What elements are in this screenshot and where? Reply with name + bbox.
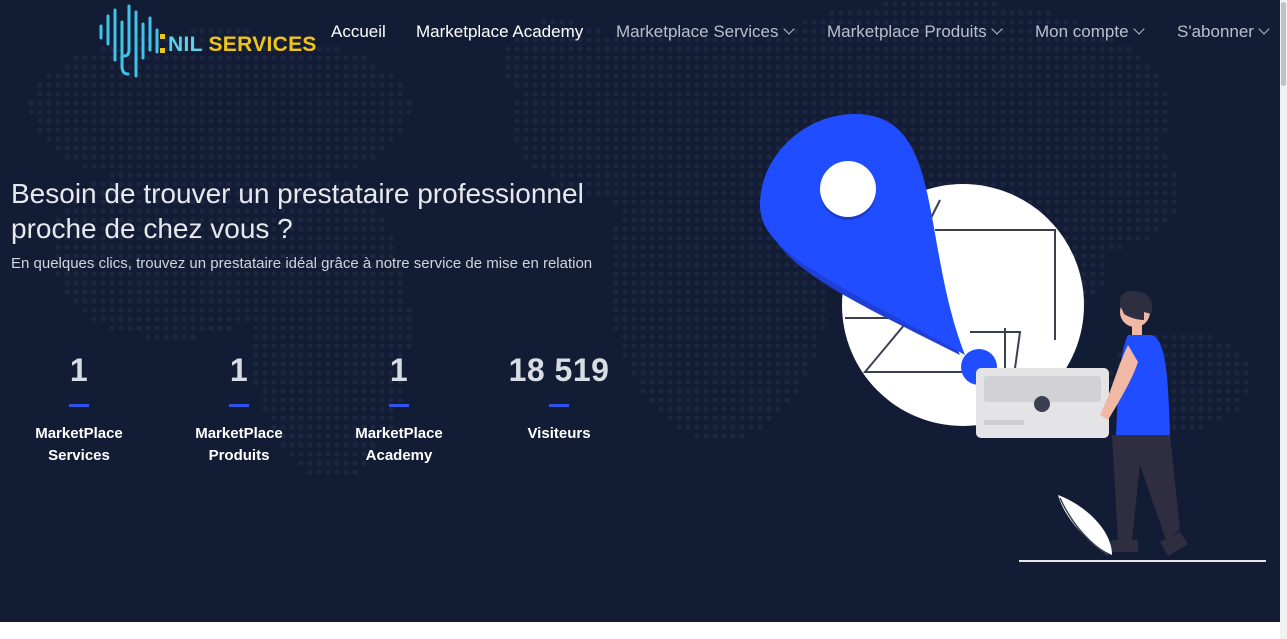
stat-label-line1: MarketPlace bbox=[35, 425, 123, 442]
stat-label: MarketPlace Produits bbox=[174, 423, 304, 467]
chevron-down-icon bbox=[1258, 23, 1270, 35]
stat-label: MarketPlace Academy bbox=[334, 423, 464, 467]
nav-item-accueil[interactable]: Accueil bbox=[331, 22, 386, 42]
stat-label: Visiteurs bbox=[494, 423, 624, 445]
stat-divider bbox=[229, 404, 249, 407]
chevron-down-icon bbox=[782, 23, 795, 35]
stat-label-line2: Academy bbox=[365, 447, 433, 464]
nav-item-marketplace-services-label: Marketplace Services bbox=[616, 22, 779, 41]
stat-label: MarketPlace Services bbox=[14, 423, 144, 467]
nav-item-marketplace-produits-label: Marketplace Produits bbox=[827, 22, 987, 41]
nav-item-marketplace-academy[interactable]: Marketplace Academy bbox=[416, 22, 583, 42]
stat-value: 18 519 bbox=[508, 352, 610, 388]
stat-label-line1: MarketPlace bbox=[195, 425, 283, 442]
scrollbar-thumb[interactable] bbox=[1281, 2, 1286, 86]
chevron-down-icon bbox=[1132, 23, 1145, 35]
stat-marketplace-produits: 1 MarketPlace Produits bbox=[174, 350, 304, 467]
nav-item-marketplace-produits[interactable]: Marketplace Produits bbox=[827, 22, 1003, 42]
stat-divider bbox=[389, 404, 409, 407]
stat-value: 1 bbox=[69, 352, 89, 388]
stat-label-line2: Produits bbox=[208, 447, 270, 464]
stat-label-line1: Visiteurs bbox=[527, 425, 591, 442]
stat-label-line2: Services bbox=[48, 447, 110, 464]
nav-item-marketplace-services[interactable]: Marketplace Services bbox=[616, 22, 795, 42]
stat-value: 1 bbox=[389, 352, 409, 388]
stat-label-line1: MarketPlace bbox=[355, 425, 443, 442]
chevron-down-icon bbox=[991, 23, 1003, 35]
hero-section: NIL SERVICES Accueil Marketplace Academy… bbox=[0, 0, 1280, 622]
nav-item-mon-compte-label: Mon compte bbox=[1035, 22, 1129, 41]
stat-marketplace-services: 1 MarketPlace Services bbox=[14, 350, 144, 467]
stat-visiteurs: 18 519 Visiteurs bbox=[494, 350, 624, 445]
stat-value: 1 bbox=[229, 352, 249, 388]
stat-marketplace-academy: 1 MarketPlace Academy bbox=[334, 350, 464, 467]
brand-name-nil: NIL bbox=[168, 33, 203, 56]
location-pin-illustration bbox=[760, 114, 1266, 562]
brand-name-services: SERVICES bbox=[208, 33, 317, 56]
nav-item-mon-compte[interactable]: Mon compte bbox=[1035, 22, 1145, 42]
hero-title: Besoin de trouver un prestataire profess… bbox=[11, 178, 584, 244]
vertical-scrollbar[interactable] bbox=[1280, 0, 1287, 639]
stat-divider bbox=[69, 404, 89, 407]
stat-divider bbox=[549, 404, 569, 407]
brand-name[interactable]: NIL SERVICES bbox=[168, 33, 317, 57]
nav-item-sabonner[interactable]: S'abonner bbox=[1177, 22, 1270, 42]
nav-item-sabonner-label: S'abonner bbox=[1177, 22, 1254, 41]
hero-subtitle: En quelques clics, trouvez un prestatair… bbox=[11, 255, 593, 272]
